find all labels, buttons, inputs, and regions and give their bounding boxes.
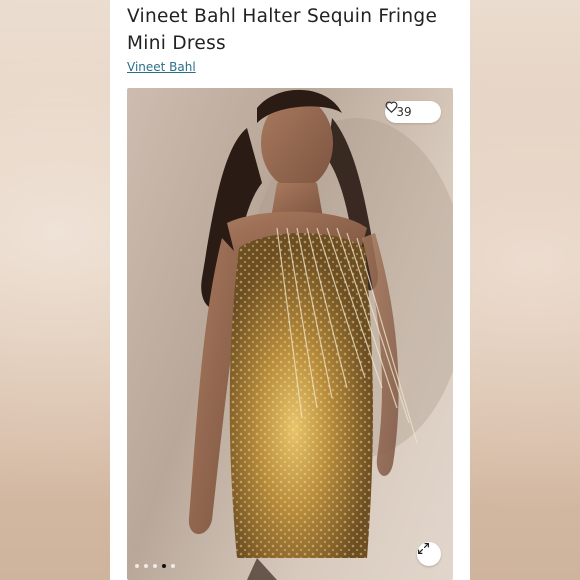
brand-link[interactable]: Vineet Bahl [127,60,196,74]
product-title: Vineet Bahl Halter Sequin Fringe Mini Dr… [127,6,438,54]
carousel-dot-active[interactable] [162,564,166,568]
model-photo-illustration [188,89,453,580]
like-count: 39 [396,105,412,119]
expand-button[interactable] [417,542,441,566]
carousel-dot[interactable] [153,564,157,568]
carousel-dot[interactable] [144,564,148,568]
like-button[interactable]: 39 [385,101,441,123]
carousel-dot[interactable] [171,564,175,568]
carousel-dots [135,564,175,568]
heart-icon [385,101,430,118]
product-image[interactable]: 39 [127,88,453,580]
product-card: Vineet Bahl Halter Sequin Fringe Mini Dr… [110,0,470,580]
carousel-dot[interactable] [135,564,139,568]
